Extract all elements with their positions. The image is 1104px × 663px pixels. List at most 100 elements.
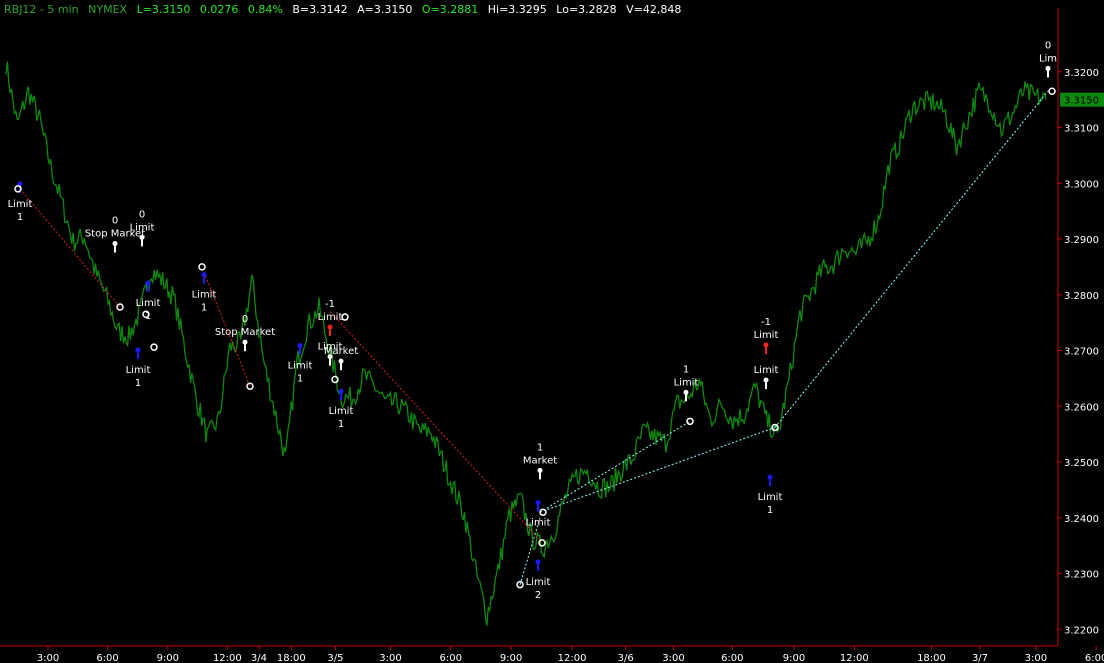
order-type-label: Limit — [288, 361, 313, 372]
order-dot-icon — [535, 559, 541, 565]
y-tick-label: 3.2300 — [1064, 570, 1099, 581]
order-qty-label: -1 — [325, 299, 335, 310]
order-type-label: Limit — [318, 312, 343, 323]
x-tick-label: 18:00 — [277, 653, 306, 663]
order-marker[interactable]: Stop Market0 — [85, 215, 145, 253]
x-tick-label: 6:00 — [440, 653, 462, 663]
order-markers: Limit1Stop Market0Limit0Limit1Limit1Limi… — [8, 40, 1057, 600]
order-qty-label: 1 — [297, 374, 303, 385]
order-marker[interactable]: Limit 1 — [758, 474, 783, 517]
order-marker[interactable]: Limit 1 — [126, 347, 151, 389]
order-qty-label: 1 — [17, 212, 23, 223]
order-dot-icon — [537, 467, 543, 473]
exchange-label: NYMEX — [88, 3, 128, 16]
order-type-label: Limit — [526, 577, 551, 588]
trade-lines — [19, 90, 1049, 585]
y-tick-label: 3.2200 — [1064, 625, 1099, 636]
order-dot-icon — [327, 324, 333, 330]
x-tick-label: 6:00 — [721, 653, 743, 663]
x-tick-label: 3/4 — [251, 653, 267, 663]
order-dot-icon — [338, 358, 344, 364]
x-tick-label: 3/7 — [972, 653, 988, 663]
change-label: 0.0276 — [199, 3, 239, 16]
order-marker[interactable]: Limit 1 — [288, 343, 313, 385]
price-series — [5, 61, 1047, 626]
x-tick-label: 9:00 — [783, 653, 805, 663]
order-dot-icon — [763, 342, 769, 348]
order-dot-icon — [683, 389, 689, 395]
price-line — [5, 61, 1047, 626]
order-dot-icon — [145, 280, 151, 286]
last-price-label: L=3.3150 — [136, 3, 191, 16]
order-type-label: Limit — [754, 330, 779, 341]
y-tick-label: 3.2700 — [1064, 347, 1099, 358]
y-tick-label: 3.2500 — [1064, 458, 1099, 469]
order-qty-label: 2 — [535, 590, 541, 601]
order-marker[interactable]: Limit 0 — [130, 209, 155, 247]
order-dot-icon — [535, 500, 541, 506]
order-marker[interactable]: Limit -1 — [754, 317, 779, 354]
y-tick-label: 3.3200 — [1064, 68, 1099, 79]
order-qty-label: 1 — [537, 442, 543, 453]
order-marker[interactable]: Limit 1 — [192, 272, 217, 314]
order-marker[interactable]: Stop Market 0 — [215, 314, 275, 352]
order-qty-label: 0 — [112, 215, 118, 226]
order-dot-icon — [139, 234, 145, 240]
order-marker[interactable]: Lim 0 — [1039, 40, 1057, 78]
order-type-label: Market — [324, 346, 358, 357]
x-tick-label: 12:00 — [213, 653, 242, 663]
order-type-label: Limit — [329, 406, 354, 417]
last-price-tag-label: 3.3150 — [1064, 96, 1099, 107]
x-tick-label: 3/6 — [618, 653, 634, 663]
order-type-label: Limit — [8, 199, 33, 210]
order-type-label: Stop Market — [215, 327, 275, 338]
order-dot-icon — [1045, 65, 1051, 71]
x-tick-label: 3:00 — [1025, 653, 1047, 663]
y-tick-label: 3.3000 — [1064, 179, 1099, 190]
order-marker[interactable]: Limit -1 — [318, 299, 343, 337]
order-type-label: Limit — [192, 290, 217, 301]
order-marker[interactable]: Limit 2 — [526, 559, 551, 601]
y-tick-label: 3.2900 — [1064, 235, 1099, 246]
high-label: Hi=3.3295 — [487, 3, 547, 16]
order-dot-icon — [767, 474, 773, 480]
order-qty-label: 0 — [1045, 40, 1051, 51]
price-chart[interactable]: Limit1Stop Market0Limit0Limit1Limit1Limi… — [0, 0, 1104, 663]
trade-line — [539, 426, 776, 513]
order-dot-icon — [112, 240, 118, 246]
x-tick-label: 9:00 — [500, 653, 522, 663]
x-tick-label: 3:00 — [662, 653, 684, 663]
x-tick-label: 3:00 — [379, 653, 401, 663]
fill-circle-icon — [150, 343, 158, 351]
x-tick-label: 3:00 — [37, 653, 59, 663]
order-type-label: Limit — [758, 492, 783, 503]
order-dot-icon — [338, 388, 344, 394]
trade-line — [539, 420, 691, 513]
x-tick-label: 3/5 — [327, 653, 343, 663]
x-tick-label: 12:00 — [840, 653, 869, 663]
order-qty-label: 0 — [242, 314, 248, 325]
y-tick-label: 3.2800 — [1064, 291, 1099, 302]
order-marker[interactable]: Market 1 — [523, 442, 557, 480]
order-marker[interactable]: Limit 1 — [329, 388, 354, 431]
x-tick-label: 6:00 — [96, 653, 118, 663]
ask-label: A=3.3150 — [357, 3, 413, 16]
order-dot-icon — [242, 339, 248, 345]
y-tick-label: 3.2400 — [1064, 514, 1099, 525]
order-dot-icon — [201, 272, 207, 278]
y-tick-label: 3.3100 — [1064, 124, 1099, 135]
x-tick-label: 12:00 — [558, 653, 587, 663]
x-tick-label: 9:00 — [157, 653, 179, 663]
order-type-label: Limit — [526, 518, 551, 529]
fill-circle-icon — [1048, 87, 1056, 96]
order-qty-label: 1 — [683, 364, 689, 375]
order-qty-label: 1 — [338, 419, 344, 430]
order-qty-label: 0 — [139, 209, 145, 220]
open-label: O=3.2881 — [421, 3, 479, 16]
order-type-label: Limit — [674, 377, 699, 388]
order-marker[interactable]: Limit — [526, 500, 551, 529]
order-qty-label: 1 — [767, 505, 773, 516]
chart-header: RBJ12 - 5 min NYMEX L=3.3150 0.0276 0.84… — [4, 3, 687, 19]
order-type-label: Limit — [754, 365, 779, 376]
order-qty-label: -1 — [761, 317, 771, 328]
